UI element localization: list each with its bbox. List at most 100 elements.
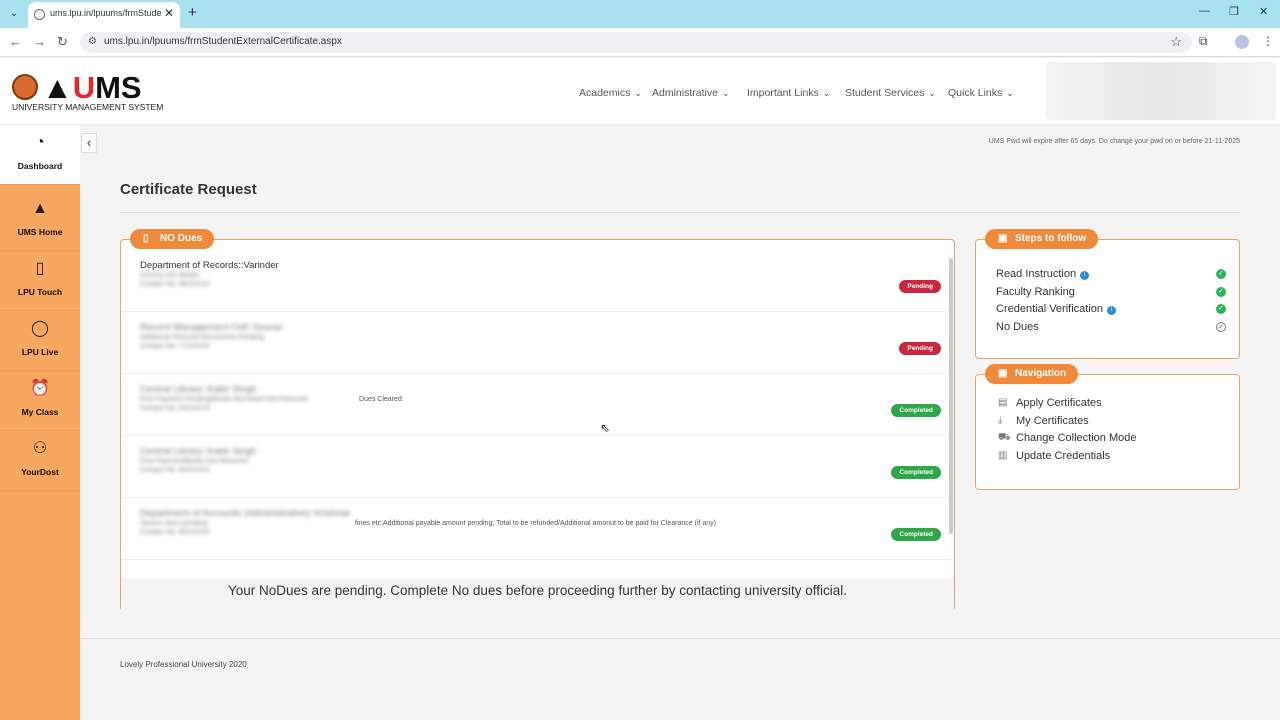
steps-list: Read Instruction i ✓ Faculty Ranking ✓ Cr… [996,268,1236,338]
sidebar-item-label: My Class [21,407,59,417]
reload-icon[interactable]: ↻ [57,34,68,50]
dues-contact: Contact No: 84XXXXX [140,405,211,412]
footer-divider [80,638,1280,639]
tab-title: ums.lpu.in/lpuums/frmStudentE [50,8,162,18]
sidebar-item-label: LPU Touch [17,287,63,297]
dues-remark: fines etc,Additional payable amount pend… [355,520,716,527]
step-credential-verification[interactable]: Credential Verification i ✓ [996,303,1236,321]
dashboard-icon: ◔ [35,134,45,151]
phone-icon: ▯ [35,260,45,277]
chevron-left-icon: ‹ [86,135,92,150]
close-tab-icon[interactable]: ✕ [164,6,174,20]
minimize-icon[interactable]: — [1199,5,1210,17]
step-read-instruction[interactable]: Read Instruction i ✓ [996,268,1236,286]
nodues-pending-message: Your NoDues are pending. Complete No due… [121,578,954,611]
nav-my-certificates[interactable]: ⤓ My Certificates [998,415,1136,433]
clipboard-icon: ▣ [998,233,1008,244]
forward-icon[interactable]: → [33,34,46,49]
steps-pill-label: Steps to follow [1015,233,1087,244]
menu-academics[interactable]: Academics ⌄ [579,87,642,99]
nav-item-label: Change Collection Mode [1016,432,1137,444]
dues-row: Central Library::Kabir Singh Fine Paymen… [121,436,951,498]
address-bar[interactable]: ⚙ ums.lpu.in/lpuums/frmStudentExternalCe… [80,32,1192,53]
people-icon: ⚇ [32,440,48,457]
nav-apply-certificates[interactable]: ▤ Apply Certificates [998,397,1136,415]
download-icon: ⤓ [998,414,1003,426]
browser-menu-icon[interactable]: ⋮ [1262,34,1274,48]
page-title: Certificate Request [120,181,257,198]
step-faculty-ranking[interactable]: Faculty Ranking ✓ [996,286,1236,304]
sidebar-item-lpu-touch[interactable]: ▯ LPU Touch [0,251,80,311]
menu-student-services[interactable]: Student Services ⌄ [845,87,936,99]
chevron-down-icon: ⌄ [928,88,936,98]
nav-update-credentials[interactable]: ▥ Update Credentials [998,450,1136,468]
navigation-list: ▤ Apply Certificates ⤓ My Certificates ⛟… [998,397,1136,467]
check-icon: ✓ [1216,304,1226,314]
user-profile-box[interactable] [1046,62,1276,120]
navigation-pill-label: Navigation [1015,368,1067,379]
url-text[interactable]: ums.lpu.in/lpuums/frmStudentExternalCert… [104,36,342,47]
restore-icon[interactable]: ❐ [1229,5,1239,18]
dues-contact: Contact No: 85XXXXX [140,529,211,536]
nav-item-label: Apply Certificates [1016,397,1102,409]
navigation-card: ▤ Apply Certificates ⤓ My Certificates ⛟… [975,374,1240,490]
browser-tab[interactable]: ums.lpu.in/lpuums/frmStudentE ✕ [28,2,180,28]
step-label: Read Instruction [996,268,1077,280]
logo-wordmark: ▲UMS [42,70,142,105]
menu-quick-links[interactable]: Quick Links ⌄ [948,87,1014,99]
chat-icon: ◯ [31,320,49,337]
scrollbar[interactable] [949,258,953,534]
close-window-icon[interactable]: ✕ [1259,5,1268,18]
nav-change-collection-mode[interactable]: ⛟ Change Collection Mode [998,432,1136,450]
info-icon[interactable]: i [1080,271,1090,280]
tab-search-icon[interactable]: ⌄ [4,4,24,24]
chevron-down-icon: ⌄ [1006,88,1014,98]
mouse-cursor-icon: ⇖ [600,421,611,435]
new-tab-button[interactable]: + [188,4,197,21]
menu-administrative[interactable]: Administrative ⌄ [652,87,730,99]
status-badge: Completed [891,528,941,541]
back-icon[interactable]: ← [9,34,22,49]
chevron-down-icon: ⌄ [822,88,831,98]
dues-row: Record Management Cell::Sourav Additiona… [121,312,951,374]
dues-department: Central Library::Kabir Singh [140,384,257,395]
dues-department: Department of Accounts (Administrative):… [140,508,350,519]
ums-logo[interactable]: ▲UMS UNIVERSITY MANAGEMENT SYSTEM [12,70,163,114]
collapse-sidebar-button[interactable]: ‹ [81,133,97,153]
sidebar-item-label: Dashboard [17,161,63,171]
dues-detail: Additional Records Documents Pending [140,334,264,341]
step-label: No Dues [996,320,1039,333]
chevron-down-icon: ⌄ [634,88,642,98]
dues-row: Department of Accounts (Administrative):… [121,498,951,560]
sidebar-item-ums-home[interactable]: ▲ UMS Home [0,191,80,251]
nav-item-label: Update Credentials [1016,449,1111,462]
no-dues-pill-label: NO Dues [160,233,203,244]
dues-detail: Fine Payment/Books Not Returned [140,458,249,465]
profile-avatar[interactable] [1235,35,1249,49]
no-dues-card: Department of Records::Varinder Dummy li… [120,239,955,611]
menu-important-links[interactable]: Important Links ⌄ [747,87,830,99]
document-icon: ▯ [143,233,149,244]
id-card-icon: ▥ [998,449,1008,461]
step-label: Faculty Ranking [996,285,1075,298]
info-icon[interactable]: i [1107,306,1117,315]
address-toolbar: ← → ↻ ⚙ ums.lpu.in/lpuums/frmStudentExte… [0,28,1280,57]
sidebar-item-yourdost[interactable]: ⚇ YourDost [0,431,80,491]
dues-detail: Fine Payment Pending/Books Borrowed Not … [140,396,308,403]
extensions-icon[interactable]: ⧉ [1199,34,1208,49]
site-info-icon[interactable]: ⚙ [88,36,97,47]
bookmark-star-icon[interactable]: ☆ [1170,34,1182,50]
sidebar-item-my-class[interactable]: ⏰ My Class [0,371,80,431]
step-no-dues[interactable]: No Dues ✓ [996,321,1236,339]
dues-row: Central Library::Kabir Singh Fine Paymen… [121,374,951,436]
status-badge: Completed [891,404,941,417]
dues-detail: Various dues pending [140,520,208,527]
document-icon: ▤ [998,397,1008,408]
browser-tab-bar: ⌄ ums.lpu.in/lpuums/frmStudentE ✕ + — ❐ … [0,0,1280,28]
dues-remark: Dues Cleared: [359,396,404,403]
dues-contact: Contact No: 77XXXXX [140,343,211,350]
dues-department: Department of Records::Varinder [140,260,279,271]
check-icon: ✓ [1216,269,1226,279]
sidebar-item-lpu-live[interactable]: ◯ LPU Live [0,311,80,371]
sidebar-item-dashboard[interactable]: ◔ Dashboard [0,125,80,185]
